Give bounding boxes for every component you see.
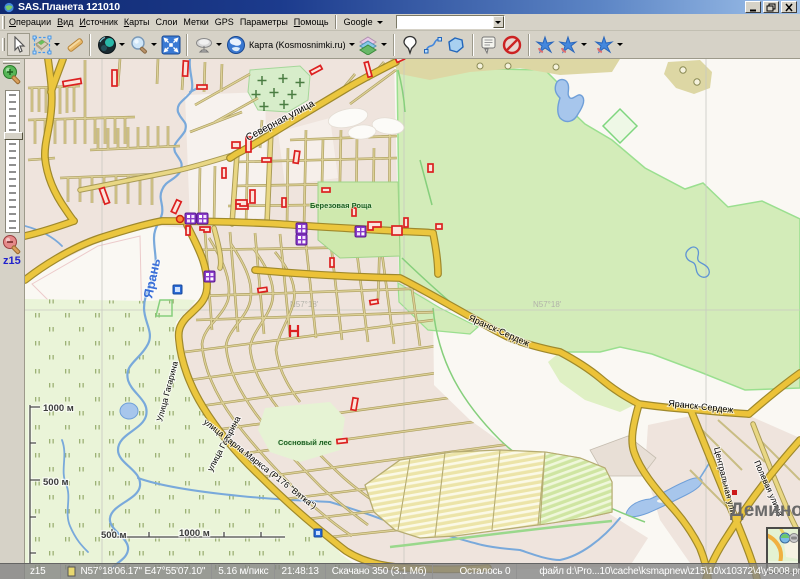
svg-text:1000 м: 1000 м — [43, 403, 74, 414]
svg-text:N57°18': N57°18' — [533, 300, 562, 309]
svg-text:Березовая Роща: Березовая Роща — [310, 201, 372, 210]
svg-text:Демино: Демино — [730, 500, 800, 521]
svg-text:1000 м: 1000 м — [179, 528, 210, 539]
svg-text:500 м: 500 м — [43, 477, 69, 488]
svg-text:Сосновый лес: Сосновый лес — [278, 438, 332, 447]
svg-text:500 м: 500 м — [101, 530, 127, 541]
